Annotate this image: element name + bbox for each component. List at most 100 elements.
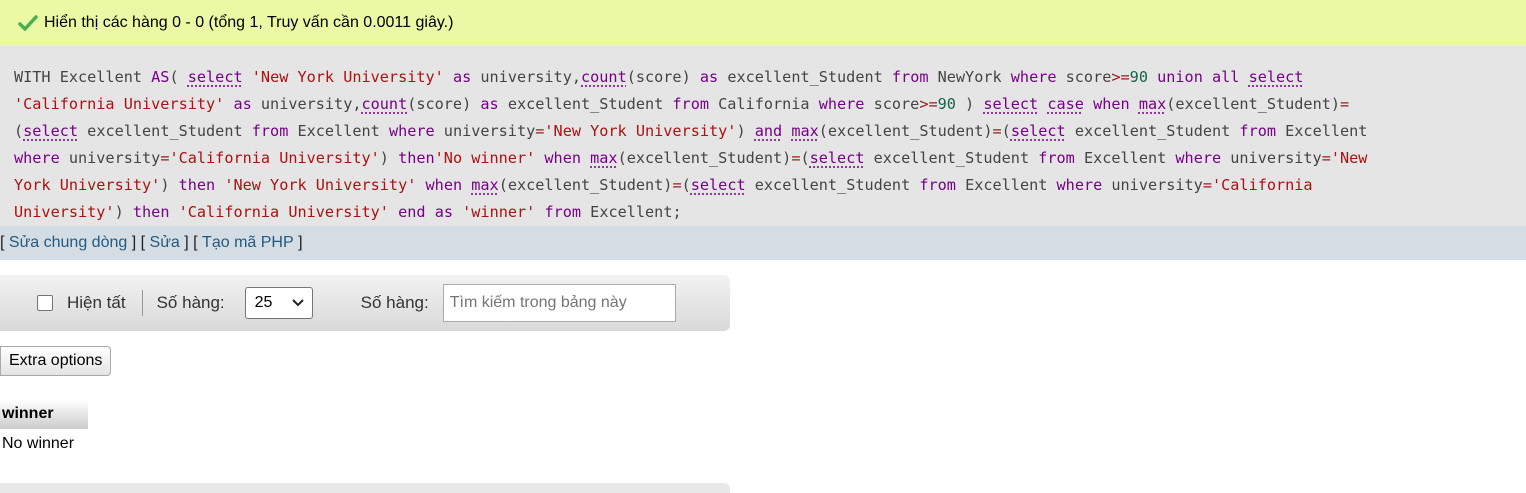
sql-function[interactable]: case — [1047, 95, 1084, 113]
sql-text: Excellent — [1276, 122, 1368, 140]
sql-text: ) — [160, 176, 179, 194]
sql-function[interactable]: count — [581, 68, 627, 86]
sql-string: 'New York University' — [251, 68, 444, 86]
column-header-winner[interactable]: winner — [0, 400, 88, 429]
edit-link[interactable]: Sửa — [150, 234, 180, 252]
sql-line: University') then 'California University… — [14, 199, 1526, 226]
sql-keyword: then — [398, 149, 435, 167]
table-cell: No winner — [2, 435, 75, 452]
sql-function[interactable]: select — [1011, 122, 1066, 140]
checkmark-icon — [18, 15, 38, 31]
sql-text: Excellent — [288, 122, 389, 140]
sql-query-display[interactable]: WITH Excellent AS( select 'New York Univ… — [0, 46, 1526, 226]
sql-keyword: from — [919, 176, 956, 194]
sql-string: 'California University' — [169, 149, 380, 167]
sql-text: ( — [14, 122, 24, 140]
sql-string: 'No winner' — [434, 149, 536, 167]
sql-text: ( — [169, 68, 188, 86]
sql-keyword: union all — [1157, 68, 1240, 86]
bracket: ] [ — [131, 234, 146, 251]
extra-options-button[interactable]: Extra options — [0, 346, 111, 376]
sql-function[interactable]: count — [362, 95, 408, 113]
table-navigation-bar: Hiện tất Số hàng: 25 Số hàng: Tìm kiếm t… — [0, 275, 730, 331]
show-all-label: Hiện tất — [67, 293, 126, 312]
sql-string: 'New York University' — [544, 122, 737, 140]
sql-keyword: then — [178, 176, 216, 194]
sql-text: university — [1221, 149, 1322, 167]
sql-string: 'New York University' — [224, 176, 417, 194]
sql-keyword: from — [891, 68, 929, 86]
sql-line: where university= 'California University'… — [14, 145, 1526, 172]
bracket: ] [ — [184, 234, 198, 251]
sql-line: 'California University' as university,co… — [14, 91, 1526, 118]
sql-function[interactable]: max — [590, 149, 617, 167]
sql-text: ( — [681, 176, 691, 194]
sql-operator: = — [1202, 176, 1212, 194]
sql-keyword: as — [434, 203, 453, 221]
sql-string: 'California University' — [178, 203, 389, 221]
bracket: [ — [0, 234, 5, 251]
sql-function[interactable]: max — [791, 122, 818, 140]
sql-function[interactable]: select — [691, 176, 746, 194]
sql-text: score — [1056, 68, 1112, 86]
sql-keyword: when — [544, 149, 581, 167]
table-search-input[interactable]: Tìm kiếm trong bảng này — [442, 284, 676, 322]
sql-keyword: as — [480, 95, 499, 113]
sql-text: university, — [251, 95, 362, 113]
sql-operator: = — [1340, 95, 1350, 113]
sql-keyword: where — [388, 122, 435, 140]
sql-text: university, — [471, 68, 581, 86]
sql-function[interactable]: max — [471, 176, 498, 194]
edit-inline-link[interactable]: Sửa chung dòng — [9, 234, 127, 252]
sql-text: (score) — [626, 68, 700, 86]
create-php-code-link[interactable]: Tạo mã PHP — [202, 234, 294, 252]
sql-function[interactable]: select — [810, 149, 865, 167]
sql-text: (excellent_Student) — [498, 176, 673, 194]
rows-label: Số hàng: — [156, 293, 225, 312]
sql-string: University' — [14, 203, 115, 221]
sql-text: (excellent_Student) — [818, 122, 993, 140]
sql-text: university — [434, 122, 536, 140]
sql-text: NewYork — [928, 68, 1011, 86]
sql-operator: = — [992, 122, 1002, 140]
filter-label: Số hàng: — [360, 293, 429, 312]
sql-function[interactable]: select — [1249, 68, 1304, 86]
sql-text: Excellent — [1074, 149, 1176, 167]
sql-operator: = — [1321, 149, 1331, 167]
sql-text: ( — [1001, 122, 1011, 140]
sql-text: ( — [800, 149, 810, 167]
sql-keyword: end — [398, 203, 426, 221]
sql-keyword: where — [1175, 149, 1222, 167]
rows-per-page-value: 25 — [254, 294, 273, 311]
sql-text: score — [864, 95, 920, 113]
sql-function[interactable]: select — [23, 122, 78, 140]
sql-keyword: from — [1239, 122, 1276, 140]
sql-function[interactable]: max — [1139, 95, 1166, 113]
sql-operator: >= — [919, 95, 938, 113]
sql-function[interactable]: select — [983, 95, 1038, 113]
sql-string: 'New — [1330, 149, 1368, 167]
sql-text: Excellent — [955, 176, 1057, 194]
sql-keyword: from — [1038, 149, 1075, 167]
success-message-text: Hiển thị các hàng 0 - 0 (tổng 1, Truy vấ… — [44, 14, 454, 31]
sql-line: WITH Excellent AS( select 'New York Univ… — [14, 64, 1526, 91]
sql-function[interactable]: and — [755, 122, 782, 140]
sql-keyword: where — [14, 149, 60, 167]
bracket: ] — [298, 234, 303, 251]
rows-per-page-select[interactable]: 25 — [244, 287, 313, 319]
show-all-checkbox[interactable] — [37, 295, 53, 311]
sql-function[interactable]: select — [188, 68, 243, 86]
sql-text: university — [1102, 176, 1203, 194]
sql-keyword: where — [1010, 68, 1057, 86]
query-actions-bar: [ Sửa chung dòng ] [ Sửa ] [ Tạo mã PHP … — [0, 226, 1526, 260]
sql-text: excellent_Student — [718, 68, 892, 86]
sql-line: York University') then 'New York Univers… — [14, 172, 1526, 199]
